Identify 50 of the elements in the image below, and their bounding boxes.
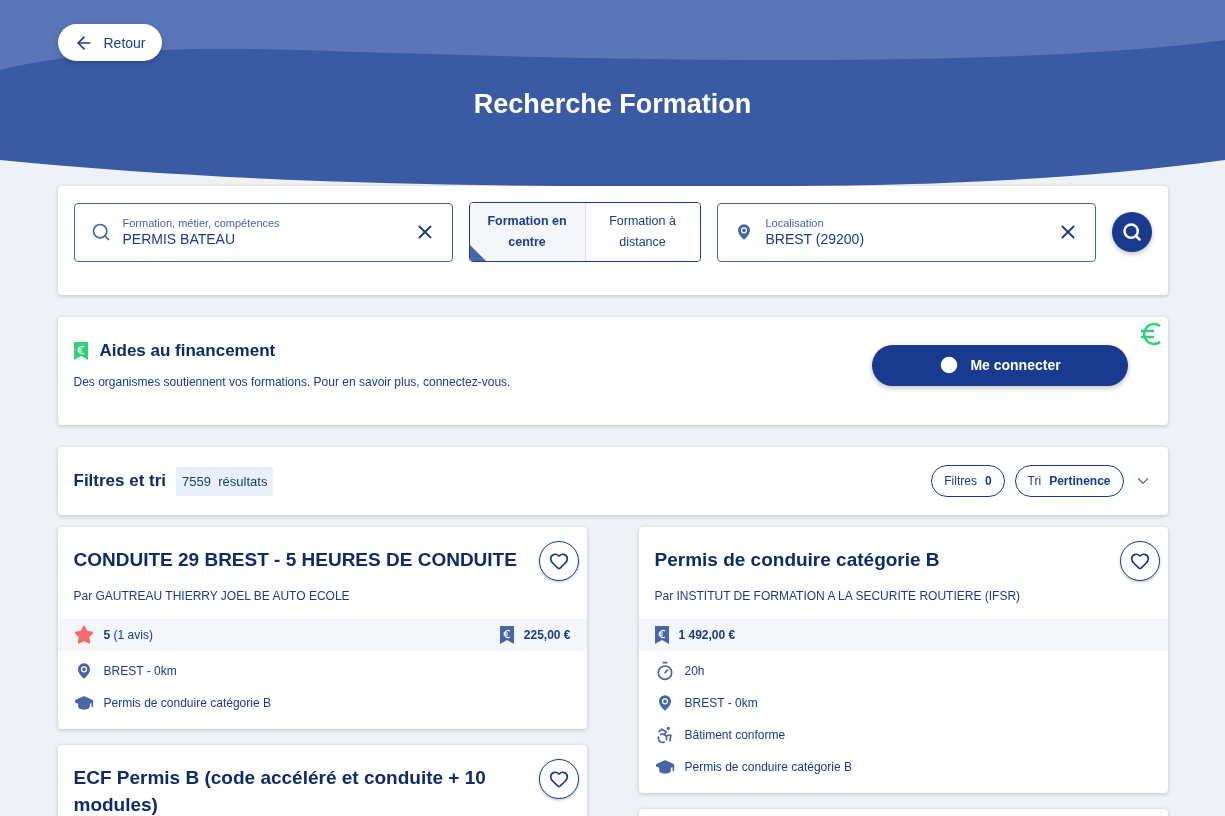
search-icon [1121,222,1142,242]
detail-text: 20h [684,664,705,678]
location-field[interactable]: Localisation BREST (29200) [716,202,1096,262]
training-title: ECF Permis B (code accéléré et conduite + 10 modules) [73,766,487,816]
field-label: Formation, métier, compétences [122,217,281,229]
detail-text: BREST - 0km [684,696,758,710]
favorite-button[interactable] [1119,541,1160,581]
graduation-cap-icon [73,693,94,713]
training-title: CONDUITE 29 BREST - 5 HEURES DE CONDUITE [73,548,518,572]
price: 1 492,00 € [678,628,736,642]
field-value[interactable]: PERMIS BATEAU [122,231,402,247]
heart-icon [548,551,569,571]
training-provider: Par INSTITUT DE FORMATION A LA SECURITE ROUTIERE (IFSR) [654,589,1022,603]
filters-button[interactable]: Filtres 0 [931,465,1005,497]
favorite-button[interactable] [538,759,579,799]
detail-text: Permis de conduire catégorie B [103,696,271,710]
detail-text: Permis de conduire catégorie B [684,760,852,774]
field-value[interactable]: BREST (29200) [765,231,1045,247]
results-count: 7559 résultats [176,466,274,496]
star-icon [73,625,94,645]
training-card[interactable]: Permis de conduire catégorie B Par INSTITUT DE FORMATION A LA SECURITE ROUTIERE (IFSR) 1 492,00 € 20h BREST - 0km Bâtiment conforme Permis de conduire catégorie B [638,527,1168,793]
training-card[interactable]: CONDUITE 29 BREST - 5 HEURES DE CONDUITE Par GAUTREAU THIERRY JOEL BE AUTO ECOLE 5 (1 avis) 225,00 € BREST - 0km Permis de conduire catégorie B [57,527,587,729]
page-title: Recherche Formation [472,89,753,120]
funding-text: Des organismes soutiennent vos formations. Pour en savoir plus, connectez-vous. [73,375,512,389]
euro-bookmark-icon [654,626,669,644]
mode-toggle-option[interactable]: Formation à distance [584,203,700,261]
training-provider: Par GAUTREAU THIERRY JOEL BE AUTO ECOLE [73,589,351,603]
favorite-button[interactable] [538,541,579,581]
sort-button[interactable]: Tri Pertinence [1014,465,1124,497]
euro-bookmark-icon [499,626,514,644]
filters-title: Filtres et tri [73,471,167,491]
mode-toggle-option[interactable]: Formation en centre [469,203,585,261]
graduation-cap-icon [654,757,675,777]
detail-text: Bâtiment conforme [684,728,786,742]
heart-icon [548,769,569,789]
funding-title: Aides au financement [99,341,276,361]
detail-text: BREST - 0km [103,664,177,678]
training-card[interactable]: ECF Permis B (code accéléré et conduite + 10 modules) [57,745,587,816]
price: 225,00 € [523,628,571,642]
wheelchair-icon [654,725,675,745]
euro-bookmark-icon [73,342,88,360]
rating-text: 5 (1 avis) [103,628,153,642]
training-title: Permis de conduire catégorie B [654,548,941,572]
back-button[interactable]: Retour [57,24,162,61]
heart-icon [1129,551,1150,571]
search-icon [90,222,111,242]
login-button[interactable]: Me connecter [871,344,1128,386]
search-button[interactable] [1111,212,1152,252]
field-label: Localisation [765,217,825,229]
training-search-field[interactable]: Formation, métier, compétences PERMIS BATEAU [73,202,453,262]
